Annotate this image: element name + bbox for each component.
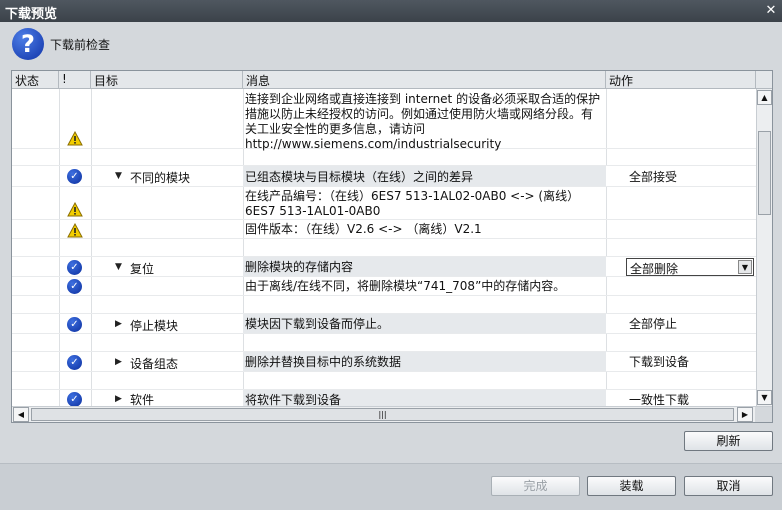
- message-text: 模块因下载到设备而停止。: [245, 317, 390, 331]
- message-text: 连接到企业网络或直接连接到 internet 的设备必须采取合适的保护措施以防止…: [245, 92, 601, 151]
- scroll-left-icon[interactable]: ◀: [13, 407, 29, 422]
- target-label: 复位: [130, 262, 155, 276]
- header-area: ? 下载前检查: [0, 22, 782, 70]
- collapse-toggle[interactable]: ▼: [115, 171, 122, 181]
- check-icon: ✓: [67, 169, 82, 184]
- message-text: 将软件下载到设备: [245, 393, 342, 406]
- horizontal-scrollbar[interactable]: ◀ ||| ▶: [12, 406, 772, 422]
- close-button[interactable]: ✕: [764, 4, 778, 18]
- check-icon: ✓: [67, 392, 82, 406]
- scroll-up-icon[interactable]: ▲: [757, 90, 772, 105]
- message-text: 删除模块的存储内容: [245, 260, 354, 274]
- header-label: 下载前检查: [50, 38, 111, 52]
- check-table: 状态 ! 目标 消息 动作 连接到企业网络或直接连接到 internet 的设备…: [11, 70, 773, 423]
- table-row: 连接到企业网络或直接连接到 internet 的设备必须采取合适的保护措施以防止…: [12, 89, 756, 151]
- column-header-message[interactable]: 消息: [243, 71, 606, 88]
- horizontal-scroll-thumb[interactable]: |||: [31, 408, 734, 421]
- table-row: [12, 334, 756, 352]
- message-text: 删除并替换目标中的系统数据: [245, 355, 402, 369]
- table-row: [12, 239, 756, 257]
- target-label: 软件: [130, 393, 155, 406]
- action-value[interactable]: 全部接受: [629, 170, 677, 185]
- window-title: 下载预览: [5, 7, 58, 22]
- download-preview-dialog: 下载预览 ✕ ? 下载前检查 状态 ! 目标 消息 动作 连接到企业网络或直接连…: [0, 0, 782, 510]
- table-row: [12, 149, 756, 166]
- message-text: 已组态模块与目标模块（在线）之间的差异: [245, 170, 474, 184]
- table-row: 在线产品编号：（在线）6ES7 513-1AL02-0AB0 <-> (离线）6…: [12, 187, 756, 220]
- check-icon: ✓: [67, 317, 82, 332]
- column-header-status[interactable]: 状态: [12, 71, 59, 88]
- table-row: [12, 372, 756, 390]
- check-icon: ✓: [67, 355, 82, 370]
- vertical-scroll-thumb[interactable]: [758, 131, 771, 215]
- footer-bar: 完成 装载 取消: [0, 464, 782, 510]
- expand-toggle[interactable]: ▶: [115, 319, 122, 329]
- cancel-button[interactable]: 取消: [684, 476, 773, 496]
- warning-icon: [67, 223, 83, 238]
- question-icon: ?: [12, 28, 44, 60]
- refresh-button[interactable]: 刷新: [684, 431, 773, 451]
- table-row[interactable]: ✓ ▶ 停止模块 模块因下载到设备而停止。 全部停止: [12, 314, 756, 334]
- warning-icon: [67, 202, 83, 217]
- expand-toggle[interactable]: ▶: [115, 394, 122, 404]
- message-text: 在线产品编号：（在线）6ES7 513-1AL02-0AB0 <-> (离线）6…: [245, 189, 580, 218]
- scroll-down-icon[interactable]: ▼: [757, 390, 772, 405]
- action-value[interactable]: 一致性下载: [629, 393, 689, 406]
- collapse-toggle[interactable]: ▼: [115, 262, 122, 272]
- action-dropdown-value: 全部删除: [630, 262, 679, 276]
- table-row: ✓ 由于离线/在线不同，将删除模块“741_708”中的存储内容。: [12, 277, 756, 296]
- action-dropdown[interactable]: 全部删除 ▼: [626, 258, 754, 276]
- action-value[interactable]: 全部停止: [629, 317, 677, 332]
- message-text: 固件版本：（在线）V2.6 <-> （离线）V2.1: [245, 222, 482, 236]
- expand-toggle[interactable]: ▶: [115, 357, 122, 367]
- load-button[interactable]: 装载: [587, 476, 676, 496]
- warning-icon: [67, 131, 83, 146]
- vertical-scrollbar[interactable]: ▲ ▼: [756, 89, 772, 406]
- target-label: 设备组态: [130, 357, 179, 371]
- scroll-right-icon[interactable]: ▶: [737, 407, 753, 422]
- scroll-corner: [755, 407, 772, 422]
- table-header: 状态 ! 目标 消息 动作: [12, 71, 772, 89]
- column-header-alert[interactable]: !: [59, 71, 91, 88]
- table-row: 固件版本：（在线）V2.6 <-> （离线）V2.1: [12, 220, 756, 239]
- table-row[interactable]: ✓ ▼ 复位 删除模块的存储内容 全部删除 ▼: [12, 257, 756, 277]
- table-row[interactable]: ✓ ▼ 不同的模块 已组态模块与目标模块（在线）之间的差异 全部接受: [12, 166, 756, 187]
- table-row: [12, 296, 756, 314]
- title-bar: 下载预览 ✕: [0, 0, 782, 22]
- check-icon: ✓: [67, 260, 82, 275]
- column-header-action[interactable]: 动作: [606, 71, 756, 88]
- action-value[interactable]: 下载到设备: [629, 355, 689, 370]
- table-row[interactable]: ✓ ▶ 软件 将软件下载到设备 一致性下载: [12, 390, 756, 406]
- check-icon: ✓: [67, 279, 82, 294]
- column-header-target[interactable]: 目标: [91, 71, 243, 88]
- target-label: 停止模块: [130, 319, 179, 333]
- finish-button[interactable]: 完成: [491, 476, 580, 496]
- message-text: 由于离线/在线不同，将删除模块“741_708”中的存储内容。: [245, 279, 566, 293]
- table-body: 连接到企业网络或直接连接到 internet 的设备必须采取合适的保护措施以防止…: [12, 89, 756, 406]
- chevron-down-icon[interactable]: ▼: [738, 260, 752, 274]
- target-label: 不同的模块: [130, 171, 191, 185]
- table-row[interactable]: ✓ ▶ 设备组态 删除并替换目标中的系统数据 下载到设备: [12, 352, 756, 372]
